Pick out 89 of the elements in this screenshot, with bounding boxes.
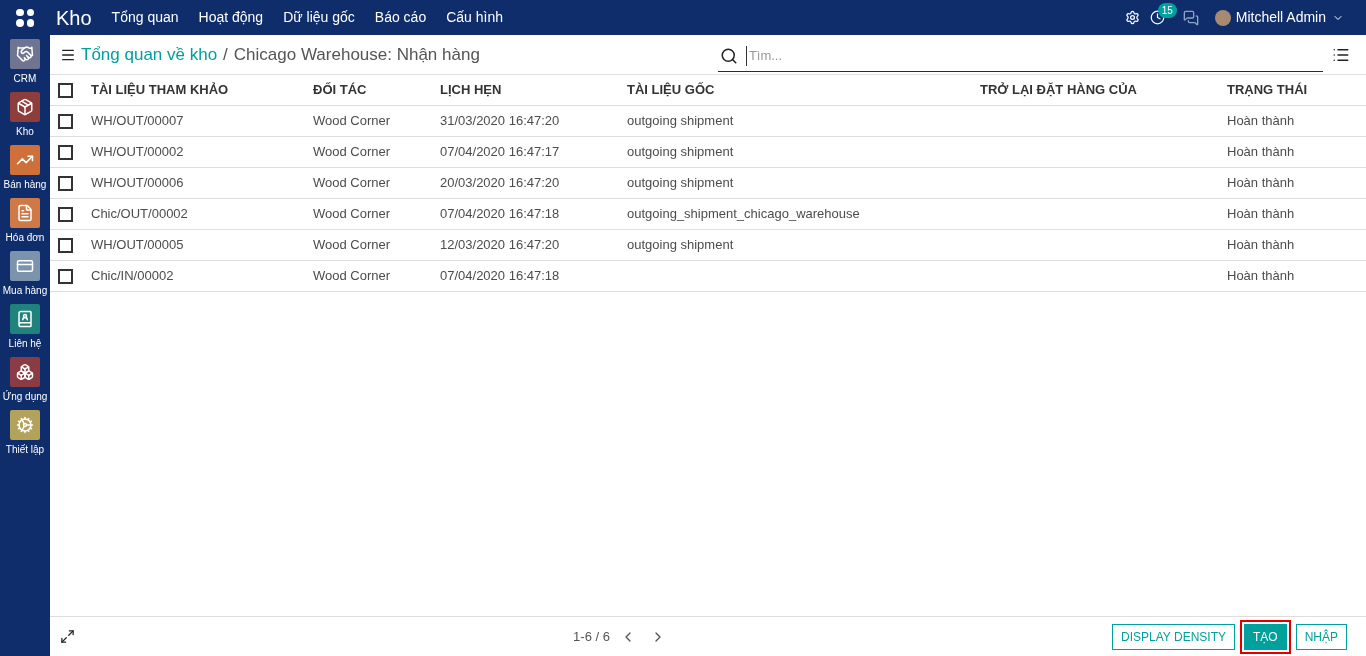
table-cell-text: Wood Corner <box>313 143 392 162</box>
table-cell-text: 31/03/2020 16:47:20 <box>440 112 561 131</box>
table-cell-text: 07/04/2020 16:47:18 <box>440 205 561 224</box>
card-icon <box>16 257 34 275</box>
table-row[interactable]: WH/OUT/00006 Wood Corner 20/03/2020 16:47:20 outgoing shipment Hoàn thành <box>50 168 1366 199</box>
menu-item[interactable]: Dữ liệu gốc <box>283 7 355 28</box>
app-label[interactable]: Ứng dụng <box>2 390 48 404</box>
app-label[interactable]: Mua hàng <box>2 284 48 298</box>
column-header[interactable]: TRỞ LẠI ĐẶT HÀNG CỦA <box>980 80 1227 100</box>
app-tile[interactable] <box>10 304 40 334</box>
app-label[interactable]: Bán hàng <box>3 178 47 192</box>
table-cell-text: Wood Corner <box>313 267 392 286</box>
app-label[interactable]: Kho <box>16 125 34 139</box>
table-cell-text: Wood Corner <box>313 112 392 131</box>
table-cell-text: Hoàn thành <box>1227 267 1296 286</box>
table-cell-text: 07/04/2020 16:47:18 <box>440 267 561 286</box>
user-name[interactable]: Mitchell Admin <box>1235 7 1326 28</box>
table-cell-text: Wood Corner <box>313 174 392 193</box>
table-cell-text: Hoàn thành <box>1227 205 1296 224</box>
table-cell-text: WH/OUT/00006 <box>91 174 185 193</box>
box-icon <box>16 98 34 116</box>
table-cell-text: Hoàn thành <box>1227 174 1296 193</box>
activity-count: 15 <box>1157 3 1177 18</box>
apps-grid-icon[interactable] <box>16 8 34 27</box>
app-tile[interactable] <box>10 39 40 69</box>
table-row[interactable]: WH/OUT/00005 Wood Corner 12/03/2020 16:47:20 outgoing shipment Hoàn thành <box>50 230 1366 261</box>
pager: 1-6 / 6 <box>573 627 610 646</box>
cubes-icon <box>16 363 34 381</box>
table-cell-text: outgoing_shipment_chicago_warehouse <box>627 205 861 224</box>
document-icon <box>16 204 34 222</box>
table-cell-text: outgoing shipment <box>627 112 735 131</box>
table-cell-text: 07/04/2020 16:47:17 <box>440 143 561 162</box>
app-label[interactable]: Liên hệ <box>8 337 42 351</box>
checkbox[interactable] <box>58 144 73 160</box>
app-tile[interactable] <box>10 145 40 175</box>
table-cell-text: Hoàn thành <box>1227 143 1296 162</box>
table-cell-text: WH/OUT/00007 <box>91 112 185 131</box>
table-cell-text: outgoing shipment <box>627 174 735 193</box>
table-cell-text: 12/03/2020 16:47:20 <box>440 236 561 255</box>
checkbox[interactable] <box>58 82 73 98</box>
table-row[interactable]: Chic/OUT/00002 Wood Corner 07/04/2020 16:47:18 outgoing_shipment_chicago_warehouse Hoàn thành <box>50 199 1366 230</box>
column-header[interactable]: TRẠNG THÁI <box>1227 80 1366 100</box>
app-tile[interactable] <box>10 92 40 122</box>
table-cell-text: 20/03/2020 16:47:20 <box>440 174 561 193</box>
settings-icon[interactable] <box>1124 10 1140 25</box>
chat-icon[interactable] <box>1182 9 1199 26</box>
table-cell-text: Hoàn thành <box>1227 236 1296 255</box>
search-field[interactable]: Tìm... <box>745 46 1323 66</box>
avatar <box>1214 9 1231 26</box>
table-row[interactable]: WH/OUT/00002 Wood Corner 07/04/2020 16:47:17 outgoing shipment Hoàn thành <box>50 137 1366 168</box>
column-header[interactable]: TÀI LIỆU GỐC <box>627 80 980 100</box>
expand-icon[interactable] <box>60 629 75 644</box>
app-label[interactable]: Hóa đơn <box>5 231 45 245</box>
checkbox[interactable] <box>58 175 73 191</box>
app-title: Kho <box>56 5 92 31</box>
table-cell-text: outgoing shipment <box>627 236 735 255</box>
checkbox[interactable] <box>58 113 73 129</box>
app-tile[interactable] <box>10 198 40 228</box>
app-tile[interactable] <box>10 251 40 281</box>
app-label[interactable]: Thiết lập <box>5 443 45 457</box>
menu-item[interactable]: Hoạt động <box>198 7 264 28</box>
table-cell-text: WH/OUT/00002 <box>91 143 185 162</box>
checkbox[interactable] <box>58 237 73 253</box>
table-cell-text: Wood Corner <box>313 205 392 224</box>
checkbox[interactable] <box>58 206 73 222</box>
breadcrumb-separator: / <box>223 43 228 66</box>
address-book-icon <box>16 310 34 328</box>
app-tile[interactable] <box>10 410 40 440</box>
handshake-icon <box>16 45 34 63</box>
column-header[interactable]: TÀI LIỆU THAM KHẢO <box>91 80 313 100</box>
table-row[interactable]: WH/OUT/00007 Wood Corner 31/03/2020 16:47:20 outgoing shipment Hoàn thành <box>50 106 1366 137</box>
menu-item[interactable]: Cấu hình <box>446 7 503 28</box>
table-row[interactable]: Chic/IN/00002 Wood Corner 07/04/2020 16:47:18 Hoàn thành <box>50 261 1366 292</box>
app-label[interactable]: CRM <box>13 72 37 86</box>
table-cell-text: Hoàn thành <box>1227 112 1296 131</box>
app-tile[interactable] <box>10 357 40 387</box>
breadcrumb-current: Chicago Warehouse: Nhận hàng <box>233 43 480 66</box>
table-cell-text: Wood Corner <box>313 236 392 255</box>
table-cell-text: Chic/IN/00002 <box>91 267 175 286</box>
checkbox[interactable] <box>58 268 73 284</box>
table-cell-text: outgoing shipment <box>627 143 735 162</box>
menu-item[interactable]: Báo cáo <box>374 7 427 28</box>
column-header[interactable]: LỊCH HẸN <box>440 80 627 100</box>
table-cell-text: WH/OUT/00005 <box>91 236 185 255</box>
gear-icon <box>16 416 34 434</box>
column-header[interactable]: ĐỐI TÁC <box>313 80 440 100</box>
search-icon[interactable] <box>719 47 738 65</box>
table-cell-text: Chic/OUT/00002 <box>91 205 189 224</box>
menu-item[interactable]: Tổng quan <box>111 7 179 28</box>
